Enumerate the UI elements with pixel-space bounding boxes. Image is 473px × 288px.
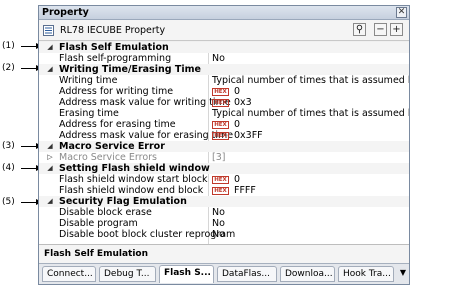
property-row[interactable]: Writing time Typical number of times tha… xyxy=(39,75,409,86)
category-flash-shield-window[interactable]: ◢ Setting Flash shield window xyxy=(39,163,409,174)
property-panel: Property ✕ RL78 IECUBE Property ⚲ − + ◢ … xyxy=(38,5,410,285)
property-name: Disable boot block cluster reprogram xyxy=(59,229,236,240)
property-value[interactable]: HEX 0x3FF xyxy=(212,130,263,141)
category-security-flag-emulation[interactable]: ◢ Security Flag Emulation xyxy=(39,196,409,207)
search-icon[interactable]: ⚲ xyxy=(353,23,366,36)
callout-label: (1) xyxy=(2,41,15,51)
hex-icon: HEX xyxy=(212,187,229,195)
property-name: Flash self-programming xyxy=(59,53,172,64)
property-row[interactable]: Disable program No xyxy=(39,218,409,229)
property-name: Disable block erase xyxy=(59,207,152,218)
callout-label: (3) xyxy=(2,141,15,151)
tab-debug-tool[interactable]: Debug T... xyxy=(99,266,156,282)
description-pane: Flash Self Emulation xyxy=(39,244,409,263)
property-row[interactable]: ▷ Macro Service Errors [3] xyxy=(39,152,409,163)
tab-strip: Connect... Debug T... Flash S... DataFla… xyxy=(39,263,409,284)
expanded-icon[interactable]: ◢ xyxy=(45,64,55,75)
property-grid: ◢ Flash Self Emulation Flash self-progra… xyxy=(39,42,409,244)
panel-titlebar[interactable]: Property ✕ xyxy=(39,6,409,20)
category-macro-service-error[interactable]: ◢ Macro Service Error xyxy=(39,141,409,152)
category-label: Writing Time/Erasing Time xyxy=(59,64,201,75)
property-name: Writing time xyxy=(59,75,118,86)
property-name: Address for erasing time xyxy=(59,119,176,130)
category-label: Security Flag Emulation xyxy=(59,196,187,207)
property-name: Erasing time xyxy=(59,108,119,119)
property-row[interactable]: Flash shield window end block HEX FFFF xyxy=(39,185,409,196)
property-name: Address for writing time xyxy=(59,86,174,97)
hex-icon: HEX xyxy=(212,99,229,107)
tab-data-flash[interactable]: DataFlas... xyxy=(217,266,277,282)
collapsed-icon[interactable]: ▷ xyxy=(45,152,55,163)
category-writing-erasing-time[interactable]: ◢ Writing Time/Erasing Time xyxy=(39,64,409,75)
hex-icon: HEX xyxy=(212,88,229,96)
callout-label: (2) xyxy=(2,63,15,73)
property-value[interactable]: No xyxy=(212,53,225,64)
property-value[interactable]: No xyxy=(212,218,225,229)
property-target-title: RL78 IECUBE Property xyxy=(60,25,166,36)
property-row[interactable]: Disable boot block cluster reprogram No xyxy=(39,229,409,240)
property-row[interactable]: Flash shield window start block HEX 0 xyxy=(39,174,409,185)
property-value[interactable]: No xyxy=(212,207,225,218)
property-value: [3] xyxy=(212,152,226,163)
category-label: Setting Flash shield window xyxy=(59,163,210,174)
property-name: Flash shield window end block xyxy=(59,185,204,196)
tab-flash-self[interactable]: Flash S... xyxy=(159,265,214,283)
expanded-icon[interactable]: ◢ xyxy=(45,141,55,152)
collapse-all-button[interactable]: − xyxy=(374,23,387,36)
property-name: Macro Service Errors xyxy=(59,152,158,163)
property-row[interactable]: Address mask value for writing time HEX 0… xyxy=(39,97,409,108)
property-value[interactable]: HEX 0 xyxy=(212,86,240,97)
hex-icon: HEX xyxy=(212,176,229,184)
property-name: Address mask value for erasing time xyxy=(59,130,234,141)
hex-icon: HEX xyxy=(212,121,229,129)
property-value[interactable]: HEX 0 xyxy=(212,119,240,130)
screenshot-stage: (1) (2) (3) (4) (5) Property ✕ RL78 IECU… xyxy=(0,0,473,288)
property-value[interactable]: HEX 0 xyxy=(212,174,240,185)
callout-label: (5) xyxy=(2,197,15,207)
category-label: Macro Service Error xyxy=(59,141,165,152)
category-label: Flash Self Emulation xyxy=(59,42,169,53)
property-value[interactable]: HEX 0x3 xyxy=(212,97,252,108)
property-value[interactable]: Typical number of times that is assumed … xyxy=(212,108,409,119)
tab-connect[interactable]: Connect... xyxy=(42,266,96,282)
tab-hook-transaction[interactable]: Hook Tra... xyxy=(338,266,394,282)
property-value[interactable]: HEX FFFF xyxy=(212,185,256,196)
property-row[interactable]: Address for writing time HEX 0 xyxy=(39,86,409,97)
category-flash-self-emulation[interactable]: ◢ Flash Self Emulation xyxy=(39,42,409,53)
tab-overflow-icon[interactable]: ▼ xyxy=(400,268,406,277)
property-row[interactable]: Address mask value for erasing time HEX 0… xyxy=(39,130,409,141)
property-header: RL78 IECUBE Property ⚲ − + xyxy=(39,20,409,41)
property-row[interactable]: Disable block erase No xyxy=(39,207,409,218)
panel-title: Property xyxy=(42,7,89,18)
expanded-icon[interactable]: ◢ xyxy=(45,42,55,53)
close-icon[interactable]: ✕ xyxy=(396,7,407,18)
property-row[interactable]: Erasing time Typical number of times tha… xyxy=(39,108,409,119)
property-name: Address mask value for writing time xyxy=(59,97,231,108)
expanded-icon[interactable]: ◢ xyxy=(45,196,55,207)
callout-label: (4) xyxy=(2,163,15,173)
tab-download[interactable]: Downloa... xyxy=(280,266,335,282)
expanded-icon[interactable]: ◢ xyxy=(45,163,55,174)
hex-icon: HEX xyxy=(212,132,229,140)
property-value[interactable]: Typical number of times that is assumed … xyxy=(212,75,409,86)
property-name: Flash shield window start block xyxy=(59,174,208,185)
property-row[interactable]: Address for erasing time HEX 0 xyxy=(39,119,409,130)
expand-all-button[interactable]: + xyxy=(390,23,403,36)
property-row[interactable]: Flash self-programming No xyxy=(39,53,409,64)
property-value[interactable]: No xyxy=(212,229,225,240)
property-name: Disable program xyxy=(59,218,138,229)
property-list-icon xyxy=(43,25,54,36)
